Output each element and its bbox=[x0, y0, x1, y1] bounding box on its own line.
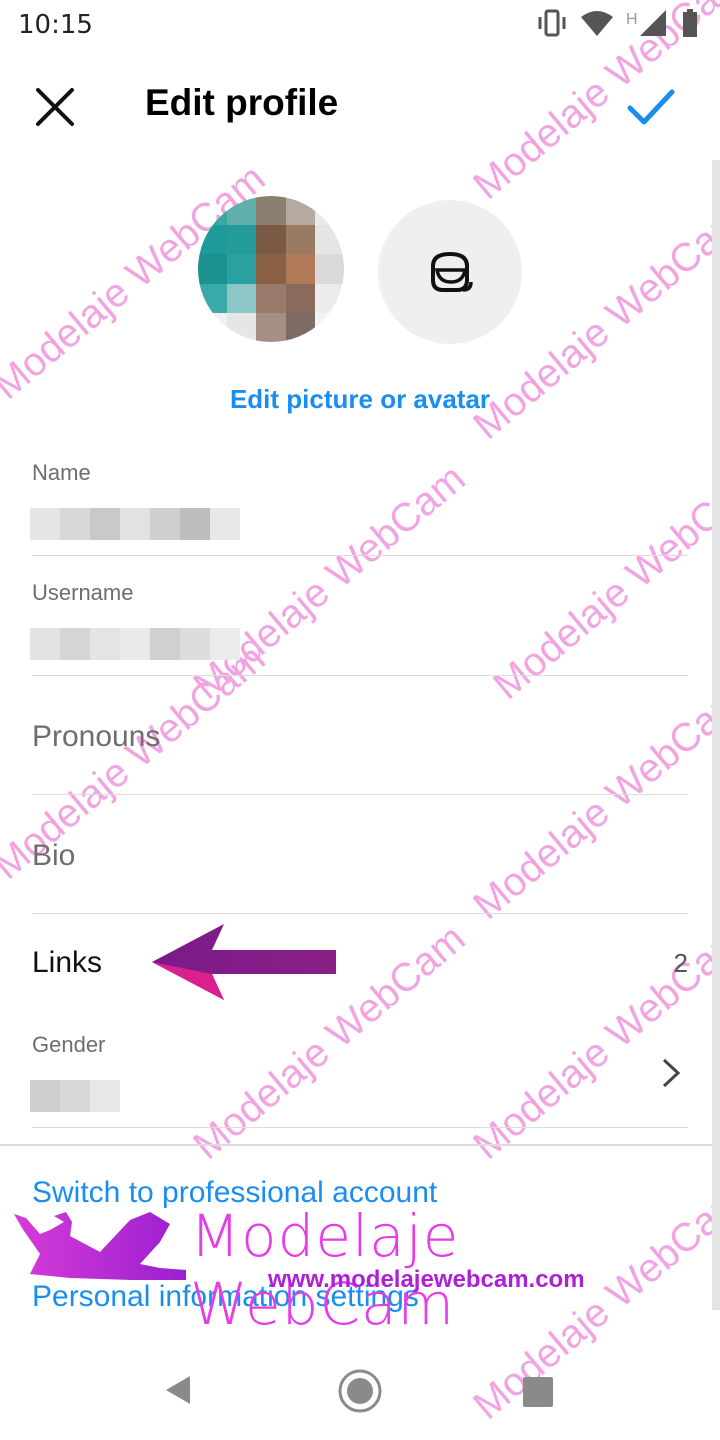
avatar-sticker-icon bbox=[431, 251, 473, 292]
close-button[interactable] bbox=[26, 78, 84, 136]
status-time: 10:15 bbox=[18, 10, 93, 40]
check-icon bbox=[627, 89, 675, 125]
gender-label: Gender bbox=[32, 1032, 106, 1057]
username-value-redacted bbox=[30, 628, 240, 660]
navigation-bar bbox=[0, 1340, 720, 1440]
profile-picture[interactable] bbox=[198, 196, 344, 342]
name-value-redacted bbox=[30, 508, 240, 540]
avatar-button[interactable] bbox=[378, 200, 522, 344]
bio-label: Bio bbox=[32, 839, 76, 872]
links-row[interactable]: Links 2 bbox=[32, 914, 688, 1014]
brand-watermark: Modelaje WebCam www.modelajewebcam.com bbox=[10, 1202, 720, 1338]
signal-icon: H bbox=[626, 8, 670, 38]
username-field[interactable]: Username bbox=[30, 576, 688, 676]
gender-value-redacted bbox=[30, 1080, 120, 1112]
nav-recents-button[interactable] bbox=[522, 1376, 554, 1413]
status-bar: 10:15 H bbox=[0, 0, 720, 50]
brand-url: www.modelajewebcam.com bbox=[268, 1266, 585, 1293]
status-icons: H bbox=[536, 8, 698, 38]
nav-back-button[interactable] bbox=[160, 1372, 196, 1413]
chevron-right-icon bbox=[662, 1058, 681, 1088]
username-label: Username bbox=[32, 580, 134, 605]
wifi-icon bbox=[580, 9, 614, 37]
close-icon bbox=[36, 88, 74, 126]
section-divider bbox=[0, 1144, 712, 1146]
nav-home-button[interactable] bbox=[337, 1368, 383, 1419]
back-triangle-icon bbox=[166, 1376, 190, 1404]
links-label: Links bbox=[32, 946, 103, 979]
confirm-button[interactable] bbox=[622, 78, 680, 136]
annotation-arrow-icon bbox=[152, 924, 336, 1000]
bio-field[interactable]: Bio bbox=[32, 815, 688, 914]
name-field[interactable]: Name bbox=[30, 456, 688, 556]
network-type-label: H bbox=[626, 11, 638, 28]
brand-silhouette-icon bbox=[14, 1212, 186, 1280]
battery-icon bbox=[682, 8, 698, 38]
links-count: 2 bbox=[673, 948, 688, 978]
gender-row[interactable]: Gender bbox=[30, 1020, 688, 1128]
vibrate-icon bbox=[536, 8, 568, 38]
pronouns-field[interactable]: Pronouns bbox=[32, 696, 688, 795]
page-title: Edit profile bbox=[145, 82, 339, 123]
edit-picture-link[interactable]: Edit picture or avatar bbox=[0, 384, 720, 415]
home-circle-icon bbox=[338, 1369, 382, 1413]
recents-square-icon bbox=[523, 1377, 553, 1407]
avatar-row bbox=[0, 196, 720, 346]
toolbar: Edit profile bbox=[0, 60, 720, 150]
pronouns-label: Pronouns bbox=[32, 720, 161, 753]
name-label: Name bbox=[32, 460, 91, 485]
